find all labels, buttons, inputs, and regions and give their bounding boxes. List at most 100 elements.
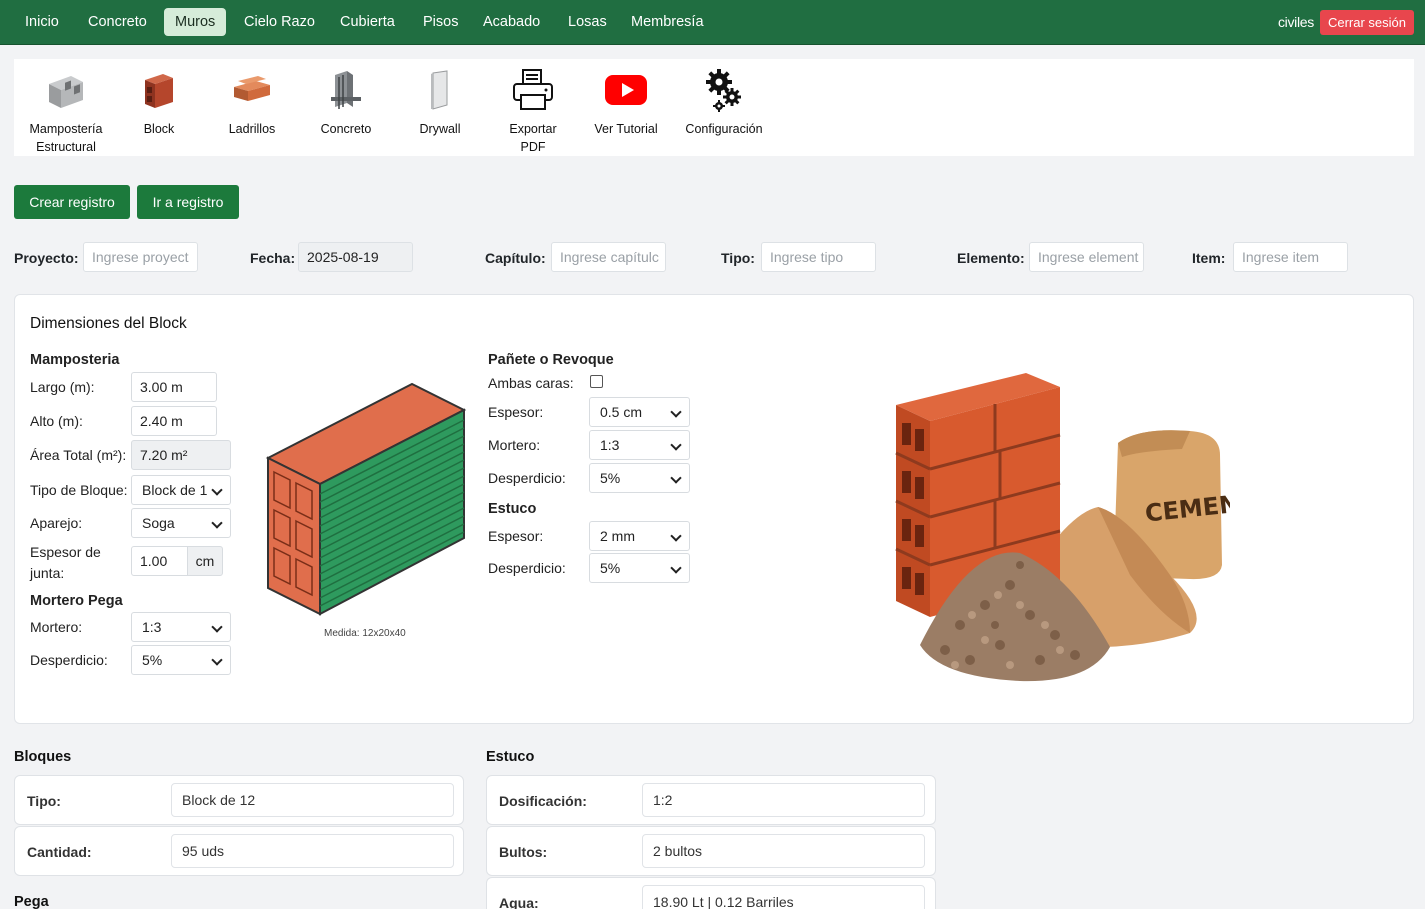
junta-label-2: junta:: [30, 565, 65, 581]
alto-label: Alto (m):: [30, 413, 83, 429]
estuco-dosificacion-value: 1:2: [642, 783, 925, 817]
area-output: 7.20 m²: [131, 440, 231, 470]
concrete-block-icon: [20, 65, 112, 115]
tipo-bloque-select[interactable]: Block de 1: [131, 475, 231, 505]
concrete-wall-icon: [314, 65, 378, 115]
bloques-tipo-value: Block de 12: [171, 783, 454, 817]
bloques-cantidad-label: Cantidad:: [27, 844, 92, 860]
nav-concreto[interactable]: Concreto: [77, 8, 158, 36]
estuco-agua-label: Agua:: [499, 895, 539, 909]
nav-cubierta[interactable]: Cubierta: [329, 8, 406, 36]
materials-illustration: CEMENT: [895, 373, 1230, 682]
panete-espesor-select[interactable]: 0.5 cm: [589, 397, 690, 427]
estuco-bultos-value: 2 bultos: [642, 834, 925, 868]
largo-input[interactable]: 3.00 m: [131, 372, 217, 402]
nav-cielo-razo[interactable]: Cielo Razo: [233, 8, 326, 36]
top-navbar: Inicio Concreto Muros Cielo Razo Cubiert…: [0, 0, 1425, 45]
mortero-pega-select[interactable]: 1:3: [131, 612, 231, 642]
tool-block[interactable]: Block: [133, 65, 185, 138]
tool-label: Ver Tutorial: [594, 122, 658, 136]
create-record-button[interactable]: Crear registro: [14, 185, 130, 219]
estuco-results-heading: Estuco: [486, 749, 535, 765]
tool-label: Mampostería Estructural: [29, 122, 103, 154]
tool-ver-tutorial[interactable]: Ver Tutorial: [590, 65, 662, 138]
tool-label: Concreto: [320, 122, 372, 136]
printer-icon: [500, 65, 566, 115]
aparejo-select[interactable]: Soga: [131, 508, 231, 538]
tool-concreto[interactable]: Concreto: [314, 65, 378, 138]
estuco-desperdicio-select[interactable]: 5%: [589, 553, 690, 583]
estuco-espesor-select[interactable]: 2 mm: [589, 521, 690, 551]
youtube-icon: [590, 65, 662, 115]
logout-button[interactable]: Cerrar sesión: [1320, 10, 1414, 35]
panete-desperdicio-label: Desperdicio:: [488, 470, 566, 486]
junta-input[interactable]: 1.00: [131, 546, 188, 576]
panete-desperdicio-select[interactable]: 5%: [589, 463, 690, 493]
block-illustration: [265, 382, 467, 616]
fecha-label: Fecha:: [250, 250, 296, 266]
bloques-heading: Bloques: [14, 749, 72, 765]
estuco-heading: Estuco: [488, 501, 537, 517]
elemento-input[interactable]: Ingrese element: [1029, 242, 1144, 272]
drywall-panel-icon: [412, 65, 468, 115]
panete-mortero-select[interactable]: 1:3: [589, 430, 690, 460]
bloques-tipo-row: Tipo: Block de 12: [14, 775, 464, 825]
item-label: Item:: [1192, 250, 1226, 266]
nav-inicio[interactable]: Inicio: [14, 8, 70, 36]
nav-muros[interactable]: Muros: [164, 8, 227, 36]
estuco-agua-row: Agua: 18.90 Lt | 0.12 Barriles: [486, 877, 936, 909]
estuco-dosificacion-row: Dosificación: 1:2: [486, 775, 936, 825]
mamposteria-heading: Mamposteria: [30, 352, 120, 368]
tool-label: Configuración: [685, 122, 763, 136]
proyecto-label: Proyecto:: [14, 250, 79, 266]
tool-ladrillos[interactable]: Ladrillos: [222, 65, 282, 138]
item-input[interactable]: Ingrese item: [1233, 242, 1348, 272]
fecha-input[interactable]: 2025-08-19: [298, 242, 413, 272]
tool-ribbon: Mampostería Estructural Block Ladrillos …: [14, 59, 1414, 156]
proyecto-input[interactable]: Ingrese proyect: [83, 242, 198, 272]
panete-heading: Pañete o Revoque: [488, 352, 614, 368]
username: civiles: [1277, 14, 1314, 30]
card-title: Dimensiones del Block: [30, 315, 187, 332]
capitulo-input[interactable]: Ingrese capítulc: [551, 242, 666, 272]
pega-heading: Pega: [14, 894, 49, 909]
capitulo-label: Capítulo:: [485, 250, 546, 266]
nav-losas[interactable]: Losas: [557, 8, 618, 36]
tool-label: Block: [143, 122, 175, 136]
estuco-desperdicio-label: Desperdicio:: [488, 560, 566, 576]
block-size-caption: Medida: 12x20x40: [324, 628, 406, 639]
estuco-bultos-row: Bultos: 2 bultos: [486, 826, 936, 876]
estuco-bultos-label: Bultos:: [499, 844, 548, 860]
panete-espesor-label: Espesor:: [488, 404, 544, 420]
nav-membresia[interactable]: Membresía: [620, 8, 715, 36]
tipo-input[interactable]: Ingrese tipo: [761, 242, 876, 272]
tool-drywall[interactable]: Drywall: [412, 65, 468, 138]
tool-exportar-pdf[interactable]: Exportar PDF: [500, 65, 566, 156]
tool-mamposteria-estructural[interactable]: Mampostería Estructural: [20, 65, 112, 156]
desperdicio-pega-label: Desperdicio:: [30, 652, 108, 668]
aparejo-label: Aparejo:: [30, 515, 83, 531]
tipo-label: Tipo:: [721, 250, 755, 266]
ambas-caras-label: Ambas caras:: [488, 375, 574, 391]
largo-label: Largo (m):: [30, 379, 95, 395]
bloques-cantidad-value: 95 uds: [171, 834, 454, 868]
nav-acabado[interactable]: Acabado: [472, 8, 551, 36]
tipo-bloque-label: Tipo de Bloque:: [30, 482, 128, 498]
red-block-icon: [133, 65, 185, 115]
bricks-icon: [222, 65, 282, 115]
goto-record-button[interactable]: Ir a registro: [137, 185, 239, 219]
tool-label: Drywall: [419, 122, 461, 136]
gears-icon: [682, 65, 766, 115]
estuco-agua-value: 18.90 Lt | 0.12 Barriles: [642, 885, 925, 909]
panete-mortero-label: Mortero:: [488, 437, 541, 453]
bloques-cantidad-row: Cantidad: 95 uds: [14, 826, 464, 876]
elemento-label: Elemento:: [957, 250, 1025, 266]
nav-pisos[interactable]: Pisos: [412, 8, 469, 36]
tool-label: Ladrillos: [228, 122, 276, 136]
ambas-caras-checkbox[interactable]: [590, 375, 603, 388]
tool-label: Exportar PDF: [509, 122, 557, 154]
alto-input[interactable]: 2.40 m: [131, 406, 217, 436]
tool-configuracion[interactable]: Configuración: [682, 65, 766, 138]
desperdicio-pega-select[interactable]: 5%: [131, 645, 231, 675]
area-label: Área Total (m²):: [30, 447, 127, 463]
